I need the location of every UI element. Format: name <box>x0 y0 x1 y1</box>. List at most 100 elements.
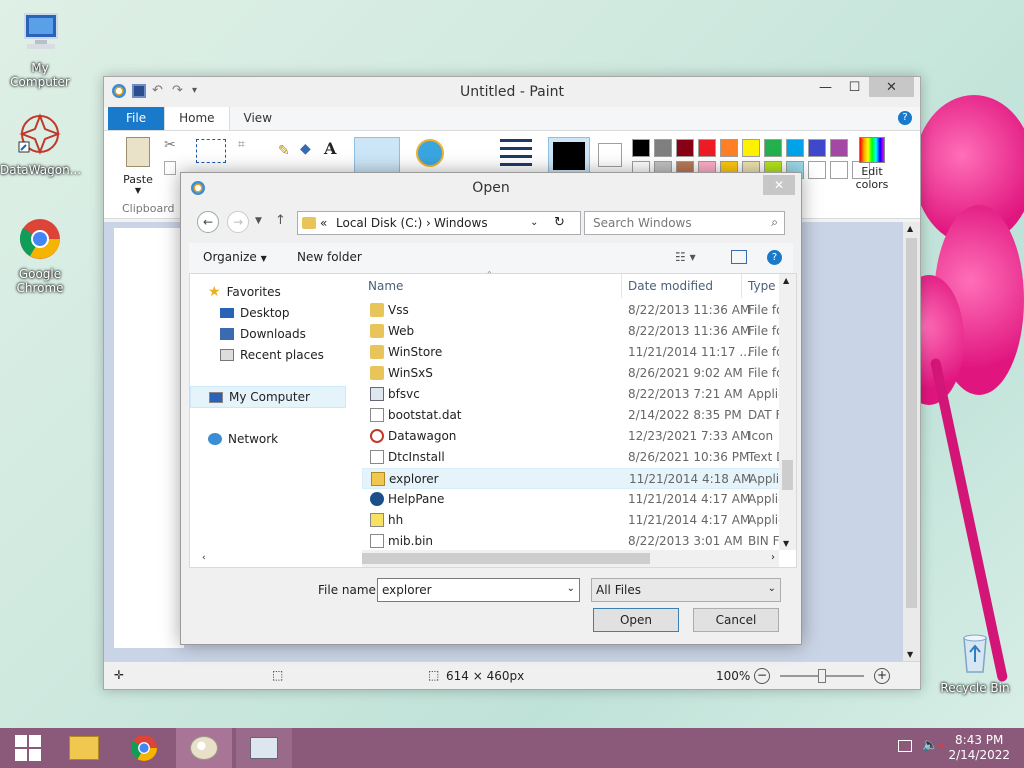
column-header-date[interactable]: Date modified <box>622 274 742 298</box>
taskbar-monitor-app[interactable] <box>236 728 292 768</box>
copy-icon[interactable] <box>164 161 176 175</box>
custom-color-slot[interactable] <box>808 161 826 179</box>
edit-colors-button[interactable]: Edit colors <box>852 137 892 191</box>
cut-icon[interactable]: ✂ <box>164 137 176 153</box>
address-bar[interactable]: « Local Disk (C:) › Windows ⌄ ↻ <box>297 211 581 235</box>
shapes-icon[interactable] <box>416 139 444 167</box>
up-button[interactable]: ↑ <box>275 213 286 228</box>
file-row[interactable]: WinSxS 8/26/2021 9:02 AM File fol <box>362 363 790 384</box>
recent-locations-icon[interactable]: ▼ <box>255 216 262 226</box>
file-row[interactable]: HelpPane 11/21/2014 4:17 AM Applic <box>362 489 790 510</box>
tab-view[interactable]: View <box>230 107 286 130</box>
fill-icon[interactable]: ◆ <box>300 141 311 157</box>
file-row[interactable]: Vss 8/22/2013 11:36 AM File fol <box>362 300 790 321</box>
taskbar-file-explorer[interactable] <box>56 728 112 768</box>
organize-button[interactable]: Organize ▼ <box>203 250 267 264</box>
file-list-horizontal-scrollbar[interactable]: ‹ › <box>202 550 779 567</box>
file-type-select[interactable]: All Files ⌄ <box>591 578 781 602</box>
tab-home[interactable]: Home <box>164 106 230 130</box>
taskbar-paint[interactable] <box>176 728 232 768</box>
taskbar-clock[interactable]: 8:43 PM 2/14/2022 <box>948 733 1010 763</box>
dialog-close-button[interactable]: ✕ <box>763 175 795 195</box>
network-tray-icon[interactable] <box>898 740 912 752</box>
brushes-button[interactable] <box>354 137 400 175</box>
file-row[interactable]: mib.bin 8/22/2013 3:01 AM BIN Fil <box>362 531 790 552</box>
palette-swatch[interactable] <box>764 139 782 157</box>
file-row[interactable]: Datawagon 12/23/2021 7:33 AM Icon <box>362 426 790 447</box>
file-row[interactable]: DtcInstall 8/26/2021 10:36 PM Text D <box>362 447 790 468</box>
file-row[interactable]: bfsvc 8/22/2013 7:21 AM Applic <box>362 384 790 405</box>
file-list-vertical-scrollbar[interactable]: ▲ ▼ <box>779 274 796 550</box>
nav-favorites[interactable]: ★ Favorites <box>208 284 281 300</box>
clipboard-icon <box>126 137 150 167</box>
zoom-in-button[interactable]: + <box>874 668 890 684</box>
palette-swatch[interactable] <box>654 139 672 157</box>
preview-pane-icon[interactable] <box>731 250 747 264</box>
desktop-icon-label: Google Chrome <box>16 267 64 295</box>
view-options-icon[interactable]: ☷ ▾ <box>675 250 696 264</box>
select-icon[interactable] <box>196 139 226 163</box>
file-row[interactable]: Web 8/22/2013 11:36 AM File fol <box>362 321 790 342</box>
palette-swatch[interactable] <box>698 139 716 157</box>
paste-button[interactable]: Paste ▼ <box>118 137 158 197</box>
breadcrumb-local-disk[interactable]: Local Disk (C:) <box>336 216 422 230</box>
nav-downloads[interactable]: Downloads <box>220 327 306 341</box>
nav-desktop[interactable]: Desktop <box>220 306 290 320</box>
new-folder-button[interactable]: New folder <box>297 250 362 264</box>
nav-network[interactable]: Network <box>208 432 278 446</box>
column-header-name[interactable]: Name <box>362 274 622 298</box>
desktop-icon-datawagon[interactable]: DataWagon... <box>0 112 81 177</box>
chevron-down-icon: ⌄ <box>767 583 776 594</box>
minimize-button[interactable]: — <box>811 77 840 97</box>
open-button[interactable]: Open <box>593 608 679 632</box>
palette-swatch[interactable] <box>830 139 848 157</box>
palette-swatch[interactable] <box>676 139 694 157</box>
zoom-out-button[interactable]: − <box>754 668 770 684</box>
file-name-input[interactable]: explorer ⌄ <box>377 578 580 602</box>
dialog-titlebar[interactable]: Open ✕ <box>181 173 801 203</box>
help-icon[interactable]: ? <box>767 250 782 265</box>
forward-button[interactable]: → <box>227 211 249 233</box>
crop-icon[interactable]: ⌗ <box>238 137 245 152</box>
paint-titlebar[interactable]: ↶ ↷ ▾ Untitled - Paint — ☐ ✕ <box>104 77 920 107</box>
refresh-icon[interactable]: ↻ <box>554 215 565 230</box>
zoom-slider[interactable] <box>780 669 864 683</box>
clipboard-group-label: Clipboard <box>122 202 175 215</box>
desktop-icon-my-computer[interactable]: My Computer <box>0 10 80 89</box>
desktop-icon-chrome[interactable]: Google Chrome <box>0 216 80 295</box>
palette-swatch[interactable] <box>720 139 738 157</box>
palette-swatch[interactable] <box>808 139 826 157</box>
nav-my-computer[interactable]: My Computer <box>190 386 346 408</box>
nav-recent-places[interactable]: Recent places <box>220 348 324 362</box>
maximize-button[interactable]: ☐ <box>840 77 869 97</box>
color2-button[interactable] <box>598 143 622 167</box>
custom-color-slot[interactable] <box>830 161 848 179</box>
taskbar-chrome[interactable] <box>116 728 172 768</box>
start-button[interactable] <box>0 728 56 768</box>
breadcrumb-windows[interactable]: Windows <box>434 216 488 230</box>
pencil-icon[interactable]: ✎ <box>278 143 290 159</box>
back-button[interactable]: ← <box>197 211 219 233</box>
palette-swatch[interactable] <box>632 139 650 157</box>
search-input[interactable]: Search Windows ⌕ <box>584 211 785 235</box>
file-date: 8/22/2013 3:01 AM <box>628 534 743 548</box>
cancel-button[interactable]: Cancel <box>693 608 779 632</box>
tab-file[interactable]: File <box>108 106 165 130</box>
file-row[interactable]: WinStore 11/21/2014 11:17 ... File fol <box>362 342 790 363</box>
vertical-scrollbar[interactable]: ▲ ▼ <box>903 222 920 661</box>
close-button[interactable]: ✕ <box>869 77 914 97</box>
color1-button[interactable] <box>548 137 590 175</box>
chevron-down-icon[interactable]: ⌄ <box>567 583 575 594</box>
desktop-icon-recycle-bin[interactable]: Recycle Bin <box>935 630 1015 695</box>
volume-muted-icon[interactable]: 🔈✕ <box>922 738 946 753</box>
file-row[interactable]: hh 11/21/2014 4:17 AM Applic <box>362 510 790 531</box>
chevron-down-icon[interactable]: ⌄ <box>530 217 538 228</box>
drawing-canvas[interactable] <box>114 228 184 648</box>
file-row[interactable]: bootstat.dat 2/14/2022 8:35 PM DAT Fi <box>362 405 790 426</box>
palette-swatch[interactable] <box>742 139 760 157</box>
size-icon[interactable] <box>500 139 532 167</box>
palette-swatch[interactable] <box>786 139 804 157</box>
file-row[interactable]: explorer 11/21/2014 4:18 AM Applic <box>362 468 790 489</box>
text-icon[interactable]: A <box>324 139 336 158</box>
help-icon[interactable]: ? <box>898 111 912 125</box>
